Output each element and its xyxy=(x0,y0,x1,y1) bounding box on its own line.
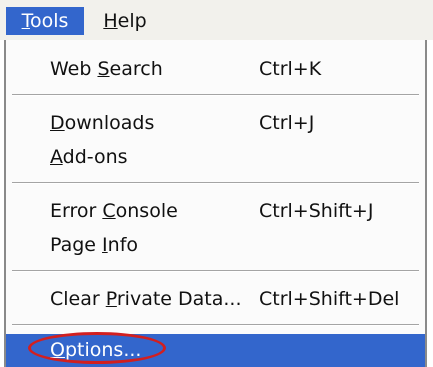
menu-separator xyxy=(12,182,419,184)
menu-item-label: Web Search xyxy=(50,58,163,80)
menu-help[interactable]: Help xyxy=(97,7,153,35)
menu-bar: Tools Help xyxy=(0,0,433,40)
menu-tools-rest: ools xyxy=(29,10,69,32)
menu-item-label: Clear Private Data... xyxy=(50,288,242,310)
menu-item-clear-private-data[interactable]: Clear Private Data... Ctrl+Shift+Del xyxy=(6,282,425,316)
menu-item-shortcut: Ctrl+Shift+J xyxy=(259,200,374,222)
menu-item-downloads[interactable]: Downloads Ctrl+J xyxy=(6,106,425,140)
menu-item-label: Error Console xyxy=(50,200,178,222)
menu-item-shortcut: Ctrl+K xyxy=(259,58,322,80)
menu-item-label: Add-ons xyxy=(50,146,128,168)
menu-item-label: Downloads xyxy=(50,112,155,134)
menu-item-shortcut: Ctrl+Shift+Del xyxy=(259,288,400,310)
menu-help-mnemonic: H xyxy=(103,10,118,32)
tools-dropdown-menu: Web Search Ctrl+K Downloads Ctrl+J Add-o… xyxy=(4,40,427,367)
red-highlight-ellipse xyxy=(28,332,166,364)
menu-separator xyxy=(12,270,419,272)
menu-tools[interactable]: Tools xyxy=(6,7,84,35)
menu-item-shortcut: Ctrl+J xyxy=(259,112,315,134)
menu-help-rest: elp xyxy=(117,10,147,32)
menu-separator xyxy=(12,94,419,96)
menu-item-web-search[interactable]: Web Search Ctrl+K xyxy=(6,52,425,86)
menu-item-page-info[interactable]: Page Info xyxy=(6,228,425,262)
menu-item-error-console[interactable]: Error Console Ctrl+Shift+J xyxy=(6,194,425,228)
menu-tools-mnemonic: T xyxy=(21,10,30,32)
menu-separator xyxy=(12,324,419,326)
menu-item-label: Page Info xyxy=(50,234,139,256)
menu-item-add-ons[interactable]: Add-ons xyxy=(6,140,425,174)
